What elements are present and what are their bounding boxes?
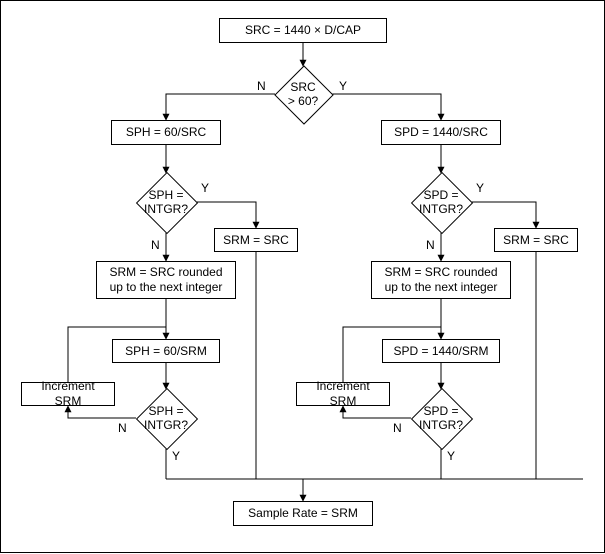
node-decision-spd-int2 <box>411 388 473 450</box>
edge-label-y-sph2: Y <box>172 449 180 463</box>
node-decision-spd-int <box>411 172 473 234</box>
text: SRM = SRC <box>503 233 569 248</box>
flowchart-canvas: SRC = 1440 × D/CAP SRC > 60? SPH = 60/SR… <box>0 0 605 553</box>
node-increment-right: Increment SRM <box>296 382 390 406</box>
text: Sample Rate = SRM <box>248 506 358 521</box>
edge-label-n-top: N <box>257 79 266 93</box>
edge-label-n-spd2: N <box>393 421 402 435</box>
text: Increment SRM <box>28 379 108 409</box>
text: SRM = SRC rounded up to the next integer <box>103 265 229 295</box>
node-decision-src60 <box>274 65 333 124</box>
edge-label-n-sph2: N <box>118 421 127 435</box>
text: Increment SRM <box>303 379 383 409</box>
edge-label-y-spd2: Y <box>447 449 455 463</box>
node-round-right: SRM = SRC rounded up to the next integer <box>371 261 511 299</box>
edge-label-y-top: Y <box>339 79 347 93</box>
node-spd2: SPD = 1440/SRM <box>382 339 500 363</box>
edge-label-y-spd1: Y <box>476 181 484 195</box>
node-src-formula: SRC = 1440 × D/CAP <box>219 18 387 43</box>
edge-label-n-sph1: N <box>151 238 160 252</box>
text: SPD = 1440/SRM <box>393 344 488 359</box>
node-srm-src-left: SRM = SRC <box>214 228 298 252</box>
text: SPD = 1440/SRC <box>394 125 488 140</box>
node-round-left: SRM = SRC rounded up to the next integer <box>96 261 236 299</box>
edge-label-y-sph1: Y <box>201 181 209 195</box>
node-spd-eq: SPD = 1440/SRC <box>381 120 501 145</box>
node-sph-eq: SPH = 60/SRC <box>111 120 221 145</box>
text: SRC = 1440 × D/CAP <box>245 23 361 38</box>
text: SPH = 60/SRC <box>126 125 206 140</box>
node-sph2: SPH = 60/SRM <box>112 339 220 363</box>
node-srm-src-right: SRM = SRC <box>494 228 578 252</box>
node-decision-sph-int2 <box>136 388 198 450</box>
text: SPH = 60/SRM <box>125 344 207 359</box>
node-decision-sph-int <box>136 172 198 234</box>
text: SRM = SRC <box>223 233 289 248</box>
edge-label-n-spd1: N <box>426 238 435 252</box>
node-final: Sample Rate = SRM <box>233 501 373 526</box>
node-increment-left: Increment SRM <box>21 382 115 406</box>
text: SRM = SRC rounded up to the next integer <box>378 265 504 295</box>
